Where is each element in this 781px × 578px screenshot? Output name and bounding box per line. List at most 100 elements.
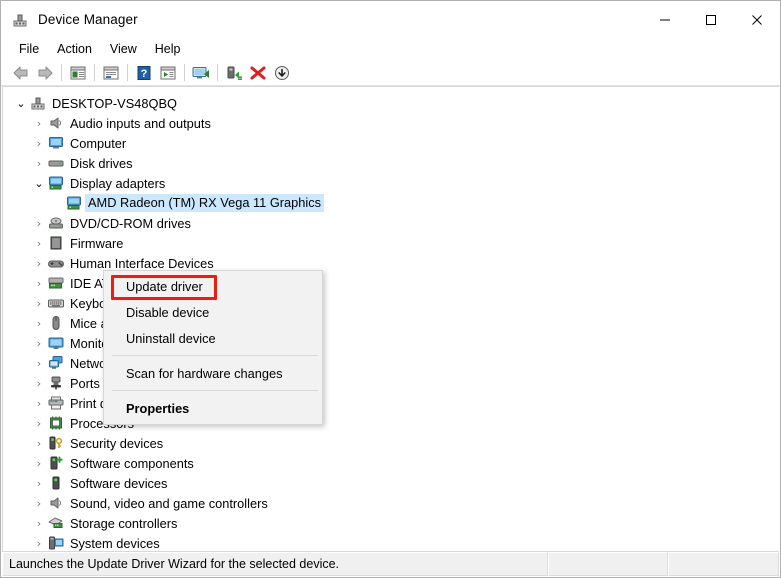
- device-manager-window: Device Manager File Action V: [0, 0, 781, 578]
- chevron-right-icon[interactable]: ›: [31, 375, 47, 391]
- toolbar-separator: [217, 64, 218, 81]
- chevron-right-icon[interactable]: ›: [31, 415, 47, 431]
- tree-item-computer[interactable]: › Computer: [3, 133, 779, 153]
- toolbar-separator: [61, 64, 62, 81]
- maximize-button[interactable]: [688, 1, 734, 38]
- caption-buttons: [642, 1, 780, 38]
- context-menu-item-uninstall-device[interactable]: Uninstall device: [104, 325, 322, 351]
- tree-item-label: System devices: [70, 536, 160, 551]
- tree-item-display-adapters[interactable]: ⌄ Display adapters: [3, 173, 779, 193]
- tree-item-label: Firmware: [70, 236, 123, 251]
- tree-item-firmware[interactable]: › Firmware: [3, 233, 779, 253]
- help-icon[interactable]: ?: [132, 62, 156, 84]
- toolbar-separator: [184, 64, 185, 81]
- properties-icon[interactable]: [99, 62, 123, 84]
- forward-arrow-icon[interactable]: [33, 62, 57, 84]
- tree-item-label: Disk drives: [70, 156, 133, 171]
- chevron-right-icon[interactable]: ›: [31, 495, 47, 511]
- menu-file[interactable]: File: [10, 40, 48, 58]
- security-device-icon: [47, 435, 65, 451]
- scan-hardware-changes-icon[interactable]: [189, 62, 213, 84]
- context-menu[interactable]: Update driver Disable device Uninstall d…: [103, 270, 323, 425]
- hid-icon: [47, 255, 65, 271]
- tree-item-label: Software components: [70, 456, 194, 471]
- chevron-right-icon[interactable]: ›: [31, 135, 47, 151]
- context-menu-item-update-driver[interactable]: Update driver: [104, 273, 322, 299]
- tree-item-root[interactable]: ⌄ DESKTOP-VS48QBQ: [3, 93, 779, 113]
- tree-item-label: Security devices: [70, 436, 163, 451]
- context-menu-separator: [112, 390, 318, 391]
- tree-item-software-devices[interactable]: › Software devices: [3, 473, 779, 493]
- tree-item-label: AMD Radeon (TM) RX Vega 11 Graphics: [85, 194, 324, 212]
- chevron-right-icon[interactable]: ›: [31, 255, 47, 271]
- minimize-icon: [659, 14, 671, 26]
- ide-controller-icon: [47, 275, 65, 291]
- show-hide-action-pane-icon[interactable]: [156, 62, 180, 84]
- display-adapter-icon: [47, 175, 65, 191]
- chevron-right-icon[interactable]: ›: [31, 335, 47, 351]
- system-device-icon: [47, 535, 65, 551]
- context-menu-item-label: Update driver: [126, 279, 203, 294]
- keyboard-icon: [47, 295, 65, 311]
- chevron-right-icon[interactable]: ›: [31, 515, 47, 531]
- chevron-right-icon[interactable]: ›: [31, 355, 47, 371]
- titlebar: Device Manager: [1, 1, 780, 38]
- tree-item-dvd-cd-rom-drives[interactable]: › DVD/CD-ROM drives: [3, 213, 779, 233]
- context-menu-item-label: Scan for hardware changes: [126, 366, 283, 381]
- menu-action[interactable]: Action: [48, 40, 101, 58]
- menu-view[interactable]: View: [101, 40, 146, 58]
- tree-item-software-components[interactable]: › Software components: [3, 453, 779, 473]
- chevron-right-icon[interactable]: ›: [31, 235, 47, 251]
- status-pane-3: [668, 552, 779, 576]
- speaker-icon: [47, 115, 65, 131]
- chevron-right-icon[interactable]: ›: [31, 115, 47, 131]
- chevron-right-icon[interactable]: ›: [31, 155, 47, 171]
- tree-item-audio-inputs-and-outputs[interactable]: › Audio inputs and outputs: [3, 113, 779, 133]
- tree-item-security-devices[interactable]: › Security devices: [3, 433, 779, 453]
- menu-help[interactable]: Help: [146, 40, 190, 58]
- tree-item-disk-drives[interactable]: › Disk drives: [3, 153, 779, 173]
- window-title: Device Manager: [38, 12, 138, 27]
- chevron-right-icon[interactable]: ›: [31, 475, 47, 491]
- context-menu-item-label: Properties: [126, 401, 189, 416]
- statusbar: Launches the Update Driver Wizard for th…: [2, 551, 779, 576]
- tree-item-sound-video-and-game-controllers[interactable]: › Sound, video and game controllers: [3, 493, 779, 513]
- minimize-button[interactable]: [642, 1, 688, 38]
- chevron-right-icon[interactable]: ›: [31, 295, 47, 311]
- printer-icon: [47, 395, 65, 411]
- chevron-right-icon[interactable]: ›: [31, 275, 47, 291]
- tree-item-system-devices[interactable]: › System devices: [3, 533, 779, 551]
- context-menu-item-disable-device[interactable]: Disable device: [104, 299, 322, 325]
- device-tree-panel[interactable]: ⌄ DESKTOP-VS48QBQ ›: [2, 86, 779, 551]
- context-menu-item-properties[interactable]: Properties: [104, 395, 322, 421]
- software-device-icon: [47, 475, 65, 491]
- update-driver-icon[interactable]: [222, 62, 246, 84]
- tree-item-label: Software devices: [70, 476, 167, 491]
- chevron-right-icon[interactable]: ›: [31, 535, 47, 551]
- port-icon: [47, 375, 65, 391]
- close-button[interactable]: [734, 1, 780, 38]
- context-menu-item-scan-for-hardware-changes[interactable]: Scan for hardware changes: [104, 360, 322, 386]
- chevron-down-icon[interactable]: ⌄: [31, 175, 47, 191]
- show-hide-console-tree-icon[interactable]: [66, 62, 90, 84]
- chevron-right-icon[interactable]: ›: [31, 455, 47, 471]
- close-icon: [751, 14, 763, 26]
- chevron-right-icon[interactable]: ›: [31, 315, 47, 331]
- software-component-icon: [47, 455, 65, 471]
- disable-device-icon[interactable]: [270, 62, 294, 84]
- dvd-icon: [47, 215, 65, 231]
- tree-item-label: Storage controllers: [70, 516, 177, 531]
- back-arrow-icon[interactable]: [9, 62, 33, 84]
- firmware-icon: [47, 235, 65, 251]
- context-menu-item-label: Uninstall device: [126, 331, 216, 346]
- chevron-right-icon[interactable]: ›: [31, 435, 47, 451]
- tree-item-label: DESKTOP-VS48QBQ: [52, 96, 177, 111]
- tree-item-storage-controllers[interactable]: › Storage controllers: [3, 513, 779, 533]
- chevron-right-icon[interactable]: ›: [31, 215, 47, 231]
- uninstall-device-icon[interactable]: [246, 62, 270, 84]
- display-adapter-icon: [65, 195, 83, 211]
- chevron-right-icon[interactable]: ›: [31, 395, 47, 411]
- tree-item-amd-radeon-graphics[interactable]: › AMD Radeon (TM) RX Vega 11 Graphics: [3, 193, 779, 213]
- chevron-down-icon[interactable]: ⌄: [13, 95, 29, 111]
- maximize-icon: [705, 14, 717, 26]
